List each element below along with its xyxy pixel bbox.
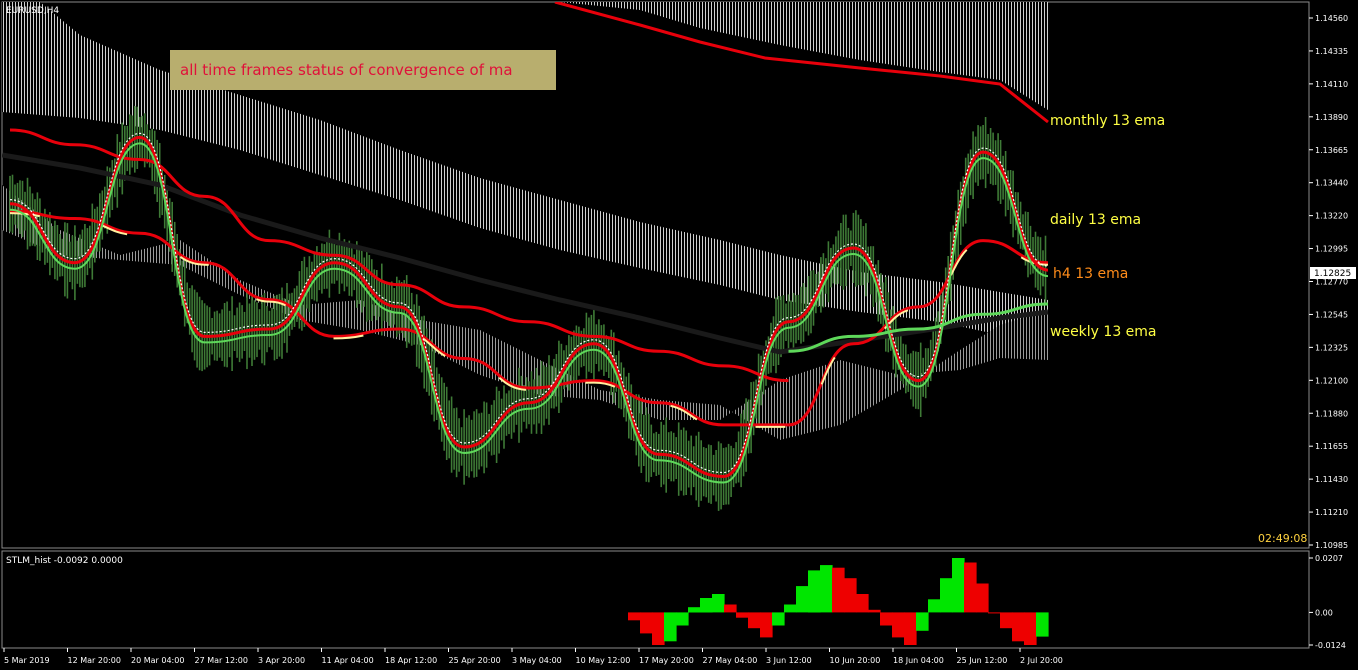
histogram-bar xyxy=(724,604,737,613)
histogram-bar xyxy=(916,612,929,631)
histogram-bar xyxy=(640,612,653,634)
price-tick-label: 1.14110 xyxy=(1315,80,1348,89)
time-tick-label: 3 Jun 12:00 xyxy=(766,656,812,665)
time-tick-label: 11 Apr 04:00 xyxy=(322,656,374,665)
server-clock: 02:49:08 xyxy=(1258,532,1307,545)
time-tick-label: 5 Mar 2019 xyxy=(4,656,50,665)
price-tick-label: 1.14335 xyxy=(1315,47,1348,56)
histogram-bar xyxy=(772,612,785,626)
histogram-bar xyxy=(832,567,845,613)
histogram-bar xyxy=(808,570,821,613)
price-tick-label: 1.12545 xyxy=(1315,310,1348,319)
annotation-text: all time frames status of convergence of… xyxy=(180,61,513,79)
time-tick-label: 20 Mar 04:00 xyxy=(131,656,184,665)
histogram-bar xyxy=(844,578,857,613)
histogram-bar xyxy=(1036,612,1049,637)
time-tick-label: 17 May 20:00 xyxy=(639,656,694,665)
time-tick-label: 12 Mar 20:00 xyxy=(68,656,121,665)
histogram-bar xyxy=(700,598,713,613)
price-tick-label: 1.13440 xyxy=(1315,179,1348,188)
histogram-bar xyxy=(928,599,941,613)
histogram-bar xyxy=(856,594,869,613)
histogram-bar xyxy=(976,583,989,613)
histogram-bar xyxy=(880,612,893,626)
price-tick-label: 1.14560 xyxy=(1315,14,1348,23)
histogram-bar xyxy=(652,612,665,645)
price-axis: 1.14560 1.14335 1.14110 1.13890 1.13665 1.134… xyxy=(1309,14,1348,550)
histogram-bar xyxy=(664,612,677,642)
time-axis: 5 Mar 2019 12 Mar 20:00 20 Mar 04:00 27 Mar… xyxy=(3,648,1063,665)
price-tick-label: 1.11655 xyxy=(1315,442,1348,451)
histogram-bar xyxy=(736,612,749,618)
sub-axis: 0.0207 0.00 -0.0124 xyxy=(1309,554,1346,650)
histogram-bar xyxy=(868,609,881,613)
time-tick-label: 2 Jul 20:00 xyxy=(1020,656,1063,665)
sub-chart-title: STLM_hist -0.0092 0.0000 xyxy=(6,556,123,566)
sub-tick-label: 0.00 xyxy=(1315,608,1333,617)
histogram-bar xyxy=(760,612,773,638)
time-tick-label: 18 Jun 04:00 xyxy=(893,656,944,665)
legend-monthly-ema: monthly 13 ema xyxy=(1050,113,1165,129)
current-price-label: 1.12825 xyxy=(1314,269,1351,279)
legend-weekly-ema: weekly 13 ema xyxy=(1050,324,1157,340)
legend-daily-ema: daily 13 ema xyxy=(1050,212,1141,228)
histogram-bar xyxy=(820,565,833,613)
legend-h4-ema: h4 13 ema xyxy=(1053,266,1128,282)
price-tick-label: 1.11430 xyxy=(1315,475,1348,484)
price-tick-label: 1.12325 xyxy=(1315,343,1348,352)
time-tick-label: 27 May 04:00 xyxy=(703,656,758,665)
chart-window: all time frames status of convergence of… xyxy=(1,1,1356,665)
time-tick-label: 10 May 12:00 xyxy=(576,656,631,665)
price-tick-label: 1.12100 xyxy=(1315,376,1348,385)
symbol-title: EURUSD,H4 xyxy=(6,6,59,16)
time-tick-label: 3 Apr 20:00 xyxy=(258,656,305,665)
histogram-bar xyxy=(904,612,917,645)
price-tick-label: 1.11210 xyxy=(1315,508,1348,517)
price-tick-label: 1.11880 xyxy=(1315,409,1348,418)
histogram-bar xyxy=(712,594,725,613)
histogram-bar xyxy=(796,586,809,613)
time-tick-label: 10 Jun 20:00 xyxy=(830,656,881,665)
price-tick-label: 1.13220 xyxy=(1315,212,1348,221)
time-tick-label: 3 May 04:00 xyxy=(512,656,562,665)
price-tick-label: 1.10985 xyxy=(1315,541,1348,550)
time-tick-label: 25 Apr 20:00 xyxy=(449,656,501,665)
sub-tick-label: -0.0124 xyxy=(1315,641,1346,650)
price-tick-label: 1.13890 xyxy=(1315,113,1348,122)
histogram-bar xyxy=(952,558,965,613)
histogram-bar xyxy=(1012,612,1025,642)
histogram-bar xyxy=(676,612,689,626)
histogram-bar xyxy=(892,612,905,638)
time-tick-label: 25 Jun 12:00 xyxy=(957,656,1008,665)
time-tick-label: 18 Apr 12:00 xyxy=(385,656,437,665)
histogram-bar xyxy=(964,562,977,613)
histogram-bar xyxy=(688,607,701,613)
histogram-bar xyxy=(940,578,953,613)
price-tick-label: 1.12995 xyxy=(1315,245,1348,254)
histogram-bar xyxy=(988,612,1001,614)
histogram-bar xyxy=(784,604,797,613)
histogram-bar xyxy=(628,612,641,621)
sub-tick-label: 0.0207 xyxy=(1315,554,1343,563)
histogram-bar xyxy=(1024,612,1037,645)
histogram-bar xyxy=(748,612,761,629)
time-tick-label: 27 Mar 12:00 xyxy=(195,656,248,665)
histogram-bar xyxy=(1000,612,1013,629)
price-tick-label: 1.13665 xyxy=(1315,146,1348,155)
